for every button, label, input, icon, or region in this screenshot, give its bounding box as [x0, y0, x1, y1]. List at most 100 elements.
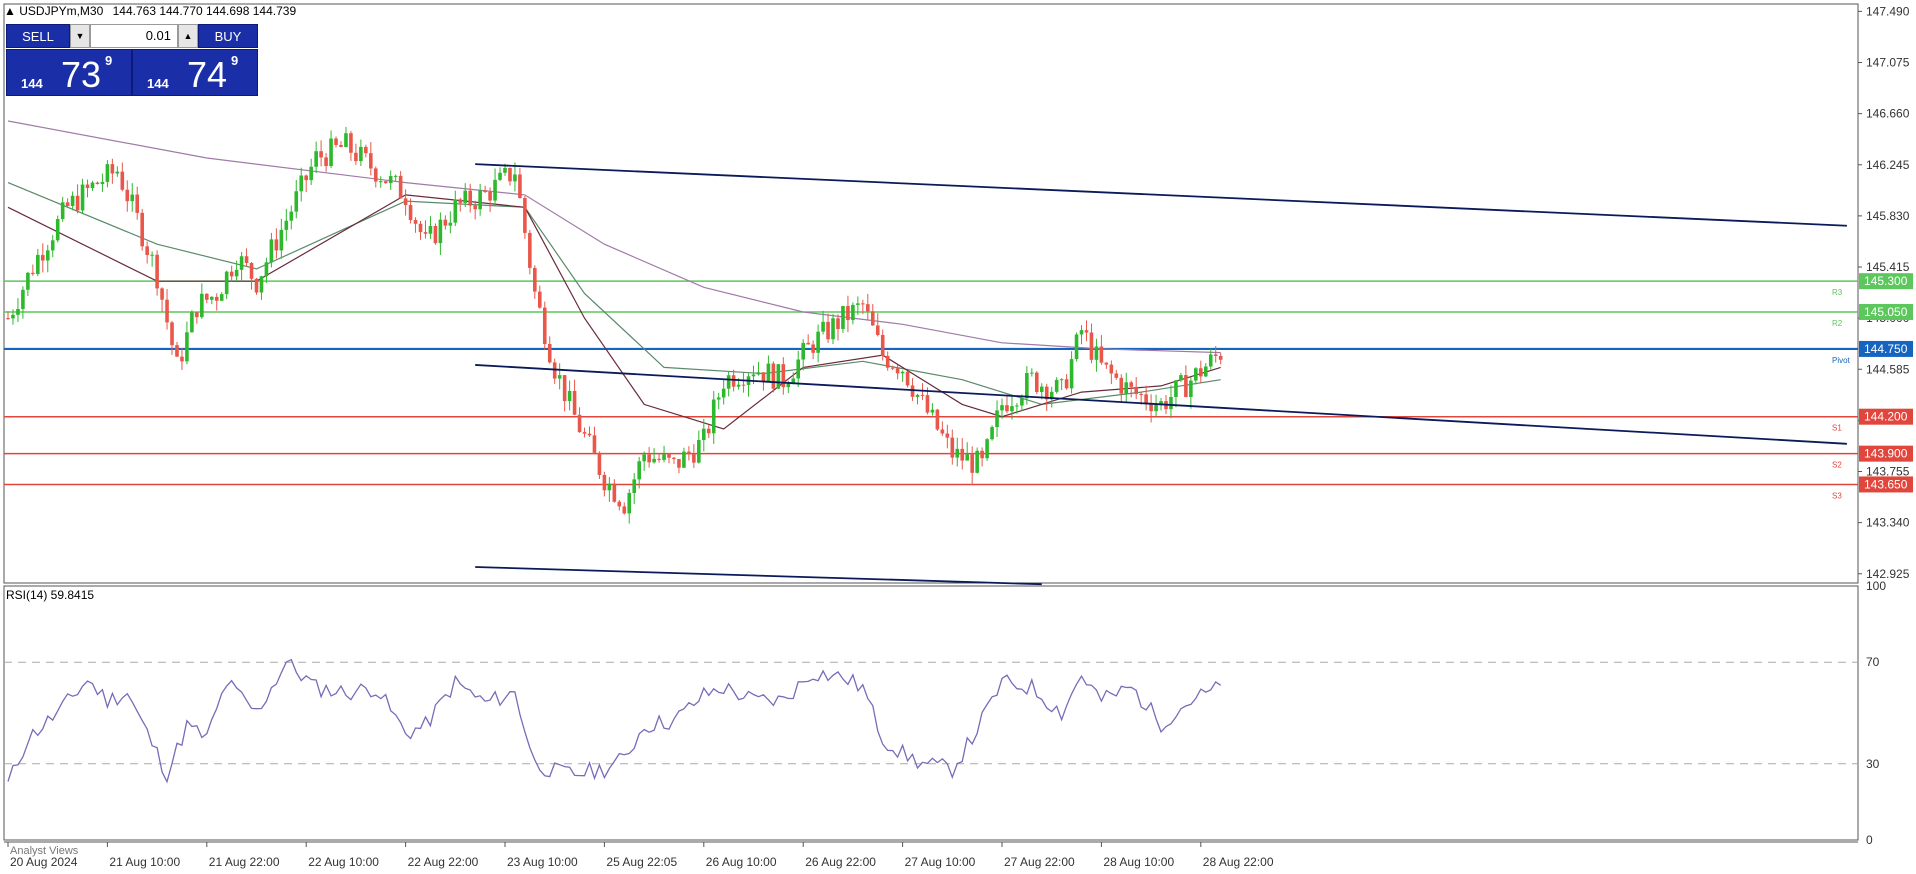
candle-body	[702, 428, 706, 440]
level-name: R2	[1832, 319, 1843, 328]
sell-quote-big: 144	[21, 76, 43, 91]
candle-body	[369, 153, 373, 169]
collapse-triangle-icon[interactable]: ▲	[4, 4, 16, 18]
candle-body	[373, 168, 378, 182]
candle-body	[1069, 359, 1074, 389]
candle-body	[547, 344, 552, 363]
candle-body	[1218, 355, 1223, 360]
candle-body	[940, 429, 945, 434]
candle-body	[443, 219, 448, 226]
candle-body	[647, 454, 651, 463]
candle-body	[165, 299, 169, 323]
candle-body	[672, 457, 676, 459]
candle-body	[821, 321, 825, 332]
candle-body	[249, 262, 254, 279]
candle-body	[344, 133, 348, 147]
candle-body	[741, 384, 746, 386]
candle-body	[761, 372, 766, 382]
candle-body	[289, 211, 294, 221]
candle-body	[597, 452, 602, 475]
candle-body	[378, 181, 383, 183]
candle-body	[960, 448, 965, 461]
candle-body	[721, 388, 726, 398]
time-tick-label: 27 Aug 22:00	[1004, 855, 1075, 869]
lot-increase-icon[interactable]: ▲	[178, 24, 198, 48]
candle-body	[508, 167, 512, 182]
candle-body	[1104, 362, 1109, 365]
candle-body	[895, 368, 900, 374]
candle-body	[781, 364, 786, 388]
lot-size-input[interactable]: 0.01	[90, 24, 178, 48]
level-price-tag-text: 145.300	[1864, 274, 1908, 288]
candle-body	[856, 303, 860, 305]
candle-body	[90, 182, 95, 189]
price-tick-label: 146.245	[1866, 158, 1910, 172]
moving-average-line	[7, 120, 1221, 354]
candle-body	[234, 269, 239, 277]
candle-body	[766, 363, 771, 382]
lot-decrease-icon[interactable]: ▼	[70, 24, 90, 48]
candle-body	[1194, 368, 1198, 381]
moving-average-line	[7, 182, 1221, 406]
candle-body	[1059, 379, 1064, 381]
candle-body	[31, 272, 35, 274]
candle-body	[284, 220, 289, 230]
buy-button[interactable]: BUY	[198, 24, 258, 48]
rsi-tick-label: 100	[1866, 579, 1886, 593]
candle-body	[105, 164, 110, 182]
level-name: R3	[1832, 288, 1843, 297]
candle-body	[488, 191, 492, 201]
candle-body	[622, 506, 627, 514]
candle-body	[388, 176, 393, 184]
candle-body	[40, 254, 45, 261]
candle-body	[120, 171, 125, 190]
candle-body	[224, 271, 229, 295]
candle-body	[995, 410, 999, 428]
candle-body	[110, 164, 115, 174]
candle-body	[309, 166, 313, 181]
sell-quote[interactable]: 144 73 9	[6, 49, 132, 96]
price-tick-label: 143.755	[1866, 465, 1910, 479]
price-tick-label: 144.585	[1866, 362, 1910, 376]
time-tick-label: 28 Aug 10:00	[1103, 855, 1174, 869]
candle-body	[244, 256, 249, 263]
time-tick-label: 28 Aug 22:00	[1203, 855, 1274, 869]
candle-body	[259, 276, 264, 293]
candle-body	[965, 454, 970, 461]
price-tick-label: 147.490	[1866, 4, 1910, 18]
candle-body	[55, 219, 60, 241]
candle-body	[349, 133, 353, 153]
candle-body	[1144, 394, 1148, 404]
candle-body	[1208, 354, 1213, 367]
candle-body	[1079, 330, 1084, 335]
candle-body	[408, 205, 413, 221]
candle-body	[731, 375, 736, 387]
candle-body	[473, 205, 477, 210]
candle-body	[214, 296, 219, 301]
candle-body	[170, 322, 174, 346]
buy-quote-sup: 9	[231, 53, 239, 68]
level-price-tag-text: 144.750	[1864, 342, 1908, 356]
sell-button[interactable]: SELL	[6, 24, 70, 48]
buy-quote[interactable]: 144 74 9	[132, 49, 258, 96]
candle-body	[329, 138, 333, 167]
candle-body	[468, 190, 473, 206]
time-tick-label: 23 Aug 10:00	[507, 855, 578, 869]
candle-body	[304, 175, 308, 181]
price-tick-label: 145.415	[1866, 260, 1910, 274]
moving-averages	[7, 120, 1221, 430]
candle-body	[359, 146, 363, 162]
trendline	[475, 566, 1042, 586]
candle-body	[100, 181, 105, 184]
candle-body	[339, 144, 343, 147]
candle-body	[945, 433, 950, 438]
candle-body	[1030, 372, 1034, 374]
candle-body	[796, 359, 801, 379]
candle-body	[985, 439, 989, 459]
candlesticks	[6, 126, 1223, 524]
price-tick-label: 146.660	[1866, 107, 1910, 121]
time-tick-label: 26 Aug 22:00	[805, 855, 876, 869]
candle-body	[1109, 364, 1114, 374]
candle-body	[612, 483, 617, 502]
candle-body	[1020, 398, 1024, 406]
